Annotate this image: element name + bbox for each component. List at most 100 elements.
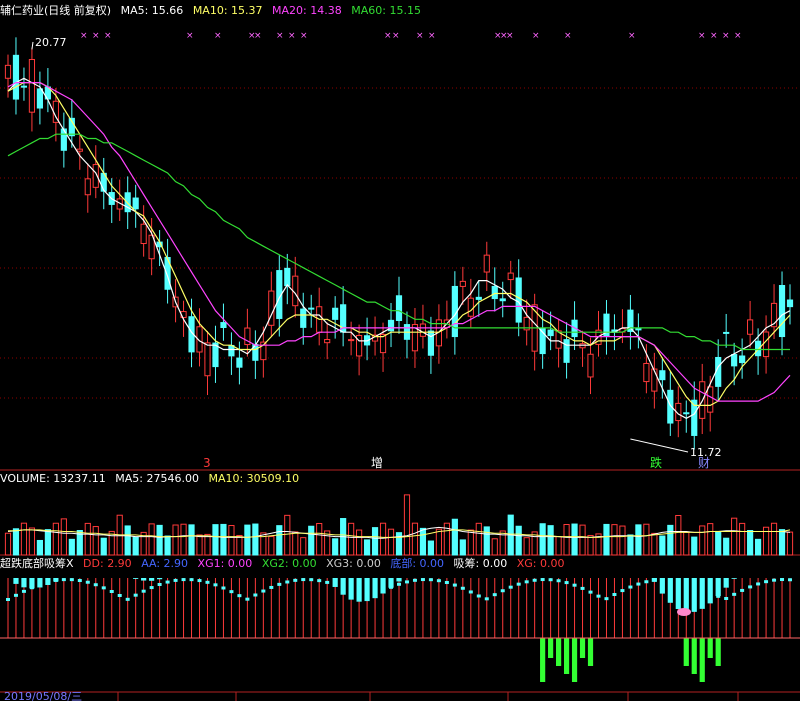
candle-body-3 (28, 59, 36, 113)
volume-bar-43 (348, 522, 355, 556)
volume-bar-88 (707, 523, 714, 556)
volume-bar-77 (619, 525, 626, 556)
indicator-dot-94 (756, 582, 761, 586)
volume-bar-67 (539, 523, 546, 556)
volume-bar-21 (172, 524, 179, 556)
indicator-green-bar-67 (540, 638, 546, 682)
indicator-cyan-bar-43 (348, 578, 354, 600)
candle-body-62 (499, 298, 506, 302)
volume-bar-59 (475, 522, 482, 556)
indicator-green-bar-71 (571, 638, 578, 682)
indicator-dot-12 (101, 586, 106, 590)
indicator-dot-85 (684, 581, 689, 585)
signal-x-marker-0: × (80, 31, 88, 41)
volume-bar-15 (124, 525, 131, 556)
volume-bar-68 (547, 525, 554, 556)
indicator-cyan-bar-87 (699, 578, 705, 609)
volume-bar-0 (4, 532, 12, 556)
candle-body-88 (707, 386, 714, 413)
indicator-dot-44 (357, 594, 362, 598)
indicator-dot-17 (141, 589, 146, 593)
indicator-cyan-bar-42 (340, 578, 346, 595)
volume-bar-34 (276, 525, 283, 556)
indicator-dot-88 (708, 590, 713, 594)
volume-bar-28 (228, 525, 235, 556)
indicator-dot-56 (452, 583, 457, 587)
signal-x-marker-9: × (300, 31, 308, 41)
volume-bar-85 (683, 531, 690, 556)
xg3-readout: XG3: 0.00 (326, 557, 381, 570)
chart-canvas[interactable]: × × × × × ×× × × × × × × × ××× × × × × × × × 20.77 11.72 3 增… (0, 0, 800, 701)
volume-bar-72 (579, 524, 586, 556)
volume-bar-12 (100, 537, 107, 556)
indicator-dot-14 (117, 593, 122, 597)
candle-body-73 (587, 353, 594, 378)
aa-readout: AA: 2.90 (141, 557, 189, 570)
indicator-dot-1 (13, 593, 18, 597)
indicator-dot-32 (261, 589, 266, 593)
indicator-cyan-bar-18 (149, 578, 155, 581)
indicator-dot-67 (540, 578, 545, 582)
low-label-pointer (630, 438, 689, 453)
volume-bar-97 (778, 529, 786, 556)
indicator-dot-47 (381, 589, 386, 593)
indicator-dot-69 (556, 579, 561, 583)
indicator-dot-37 (301, 578, 306, 582)
candle-body-16 (132, 197, 139, 210)
indicator-dot-87 (700, 587, 705, 591)
volume-bar-4 (36, 539, 44, 556)
indicator-dot-7 (61, 578, 66, 582)
indicator-dot-98 (788, 578, 793, 582)
indicator-green-bar-87 (699, 638, 705, 682)
candle-body-68 (547, 329, 554, 337)
indicator-dot-25 (205, 580, 210, 584)
candle-body-10 (84, 178, 91, 196)
candle-body-70 (563, 339, 570, 363)
volume-bar-91 (731, 517, 738, 556)
ma5-readout: MA5: 15.66 (120, 4, 184, 17)
indicator-dot-18 (149, 586, 154, 590)
volume-bar-64 (515, 525, 522, 556)
indicator-dot-75 (604, 597, 609, 601)
indicator-dot-95 (764, 580, 769, 584)
volume-bar-24 (196, 534, 203, 556)
indicator-cyan-bar-84 (675, 578, 681, 609)
indicator-dot-83 (668, 578, 673, 582)
signal-x-marker-22: × (722, 31, 730, 41)
date-cursor-label: 2019/05/08/三 (4, 690, 82, 701)
candle-body-91 (731, 354, 738, 367)
volume-bar-36 (292, 531, 299, 556)
volume-bar-10 (84, 522, 91, 556)
indicator-dot-42 (341, 586, 346, 590)
candle-body-52 (419, 323, 427, 337)
signal-x-marker-19: × (628, 31, 636, 41)
stock-title: 辅仁药业(日线 前复权) (0, 4, 112, 17)
ma10-readout: MA10: 15.37 (192, 4, 263, 17)
candle-body-0 (4, 64, 12, 79)
indicator-green-bar-70 (563, 638, 570, 674)
indicator-dot-28 (229, 590, 234, 594)
candle-body-58 (467, 297, 474, 317)
indicator-dot-30 (245, 597, 250, 601)
indicator-dot-61 (492, 593, 497, 597)
stock-chart-window[interactable]: × × × × × × × × × × × × × × × × × × × × × × × × 20.77 11.72 3 增… (0, 0, 800, 701)
volume-bar-81 (651, 532, 658, 556)
indicator-dot-38 (309, 578, 314, 582)
volume-bar-70 (563, 524, 570, 556)
candle-body-27 (220, 322, 227, 328)
indicator-dot-2 (21, 589, 26, 593)
indicator-dot-9 (77, 579, 82, 583)
candle-body-1 (12, 54, 20, 100)
candle-body-29 (236, 357, 243, 368)
indicator-title: 超跌底部吸筹X (0, 557, 74, 570)
candle-body-94 (754, 340, 762, 357)
volume-bar-7 (60, 518, 67, 556)
candle-body-41 (332, 307, 339, 320)
indicator-dot-64 (516, 582, 521, 586)
volume-bar-16 (132, 536, 139, 556)
signal-x-marker-10: × (384, 31, 392, 41)
indicator-dot-27 (221, 586, 226, 590)
signal-x-marker-17: × (532, 31, 540, 41)
volume-bar-3 (28, 527, 36, 556)
candle-body-82 (659, 370, 666, 381)
